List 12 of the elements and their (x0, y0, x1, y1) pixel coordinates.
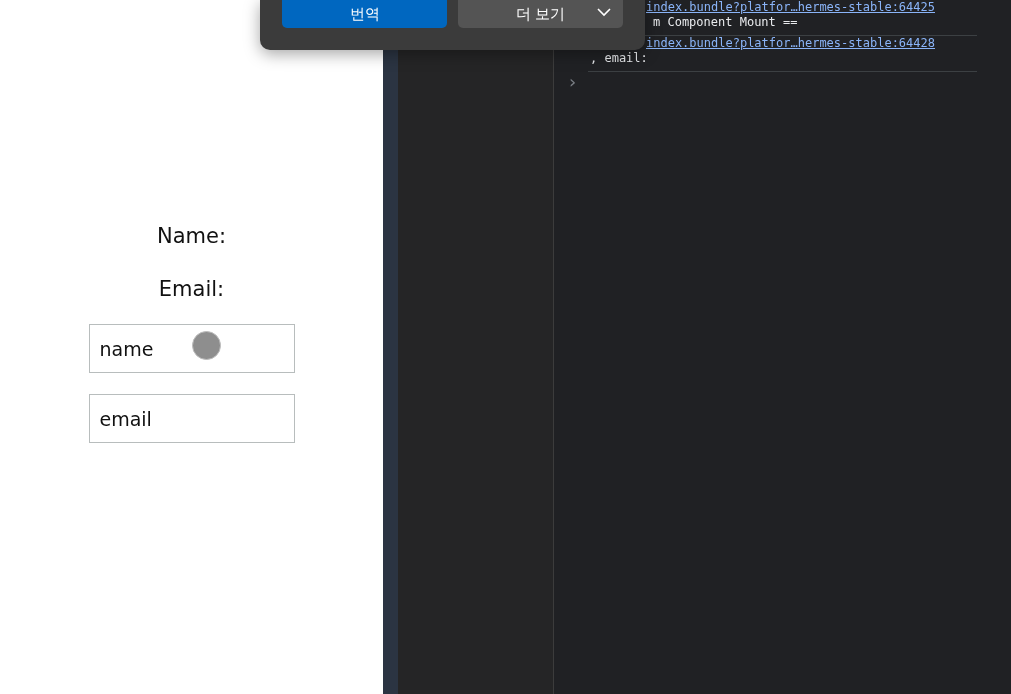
input-field[interactable]: email (88, 394, 295, 443)
log-message: m Component Mount == (653, 15, 798, 30)
log-message: , email: (590, 51, 648, 66)
source-link[interactable]: index.bundle?platfor…hermes-stable:64425 (646, 0, 935, 15)
more-button[interactable]: 더 보기 (458, 0, 623, 28)
source-link[interactable]: index.bundle?platfor…hermes-stable:64428 (646, 36, 935, 51)
input-field[interactable]: name (88, 324, 295, 373)
form-label: Email: (158, 277, 225, 303)
translate-button[interactable]: 번역 (282, 0, 447, 28)
console-prompt[interactable]: › (567, 74, 578, 89)
form-label: Name: (157, 224, 226, 250)
caret-icon (597, 8, 611, 17)
